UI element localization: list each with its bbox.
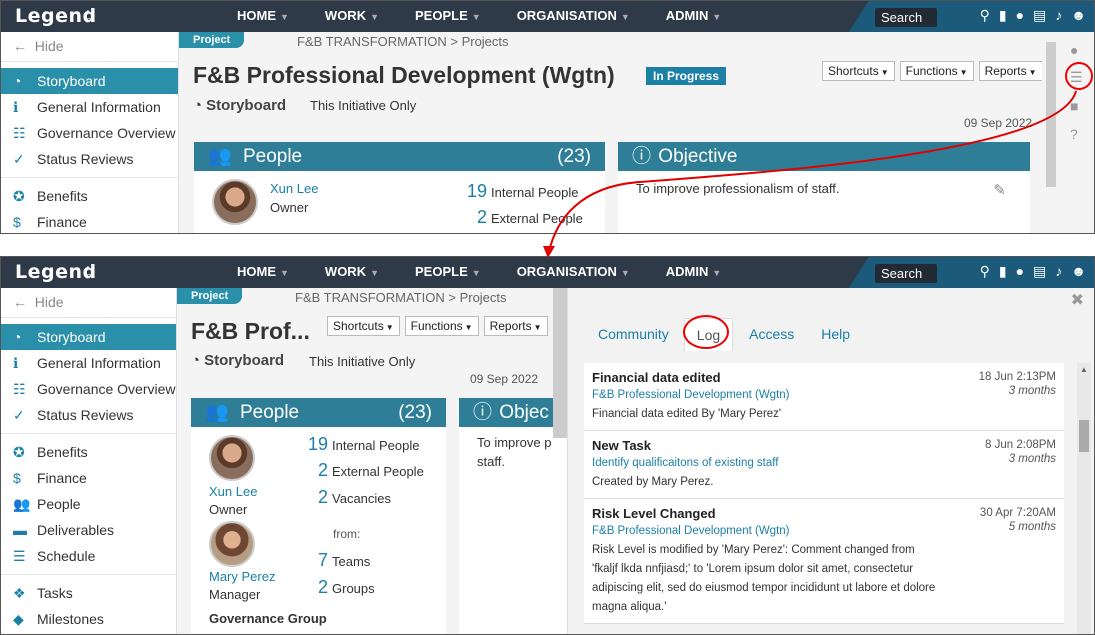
annotation-arrow [543, 90, 1077, 258]
